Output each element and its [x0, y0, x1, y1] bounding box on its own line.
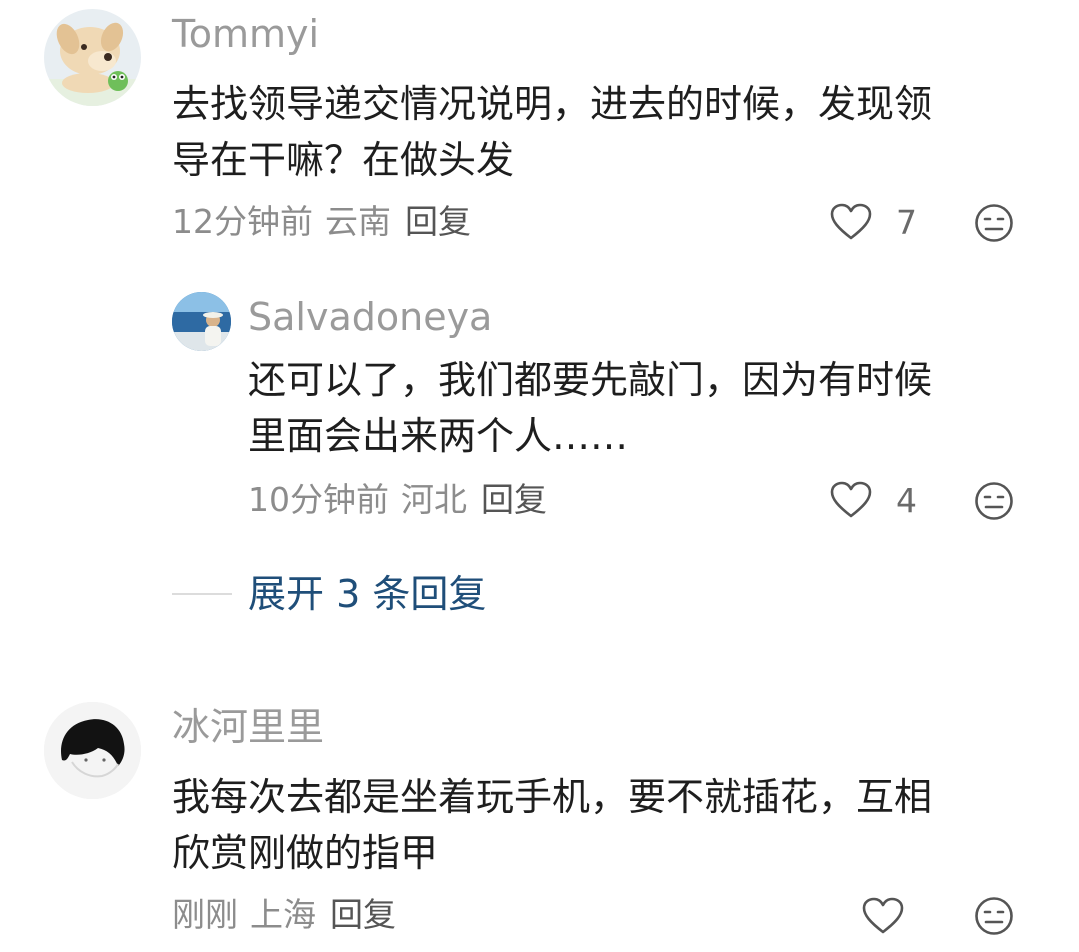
reply-button[interactable]: 回复: [330, 895, 396, 934]
dislike-button[interactable]: [974, 203, 1014, 243]
hair-sketch-avatar-icon: [44, 702, 141, 799]
expand-replies-link[interactable]: 展开 3 条回复: [248, 575, 486, 613]
comment-text: 还可以了，我们都要先敲门，因为有时候 里面会出来两个人……: [248, 352, 1038, 464]
avatar[interactable]: [44, 9, 141, 106]
timestamp: 12分钟前: [172, 202, 313, 241]
location: 云南: [325, 202, 391, 241]
comment-meta: 12分钟前 云南 回复: [172, 205, 471, 238]
reply-button[interactable]: 回复: [405, 202, 471, 241]
meh-face-icon: [975, 204, 1013, 242]
comment-text-line: 还可以了，我们都要先敲门，因为有时候: [248, 358, 933, 402]
like-button[interactable]: 7: [830, 199, 917, 245]
like-count: 7: [896, 202, 917, 242]
comment-text-line: 导在干嘛？在做头发: [172, 138, 515, 182]
sea-photo-avatar-icon: [172, 292, 231, 351]
expand-replies[interactable]: 展开 3 条回复: [172, 570, 486, 618]
divider: [172, 593, 232, 595]
like-button[interactable]: 4: [830, 477, 917, 523]
like-count: 4: [896, 480, 917, 520]
comment-text-line: 里面会出来两个人……: [248, 414, 629, 458]
heart-outline-icon: [830, 203, 872, 240]
avatar[interactable]: [44, 702, 141, 799]
like-button[interactable]: [862, 893, 904, 939]
timestamp: 刚刚: [172, 895, 238, 934]
reply-button[interactable]: 回复: [481, 480, 547, 519]
comment-meta: 刚刚 上海 回复: [172, 898, 396, 931]
comment-text-line: 欣赏刚做的指甲: [172, 831, 439, 875]
location: 河北: [401, 480, 467, 519]
dislike-button[interactable]: [974, 481, 1014, 521]
location: 上海: [250, 895, 316, 934]
comment-text-line: 去找领导递交情况说明，进去的时候，发现领: [172, 82, 933, 126]
avatar[interactable]: [172, 292, 231, 351]
username[interactable]: Salvadoneya: [248, 298, 492, 336]
username[interactable]: Tommyi: [172, 15, 319, 53]
heart-outline-icon: [862, 897, 904, 934]
puppy-avatar-icon: [44, 9, 141, 106]
comment-text: 我每次去都是坐着玩手机，要不就插花，互相 欣赏刚做的指甲: [172, 769, 1052, 881]
comment-meta: 10分钟前 河北 回复: [248, 483, 547, 516]
dislike-button[interactable]: [974, 896, 1014, 936]
heart-outline-icon: [830, 481, 872, 518]
timestamp: 10分钟前: [248, 480, 389, 519]
comment-text: 去找领导递交情况说明，进去的时候，发现领 导在干嘛？在做头发: [172, 76, 1042, 188]
meh-face-icon: [975, 897, 1013, 935]
username[interactable]: 冰河里里: [172, 708, 324, 746]
meh-face-icon: [975, 482, 1013, 520]
comment-text-line: 我每次去都是坐着玩手机，要不就插花，互相: [172, 775, 933, 819]
